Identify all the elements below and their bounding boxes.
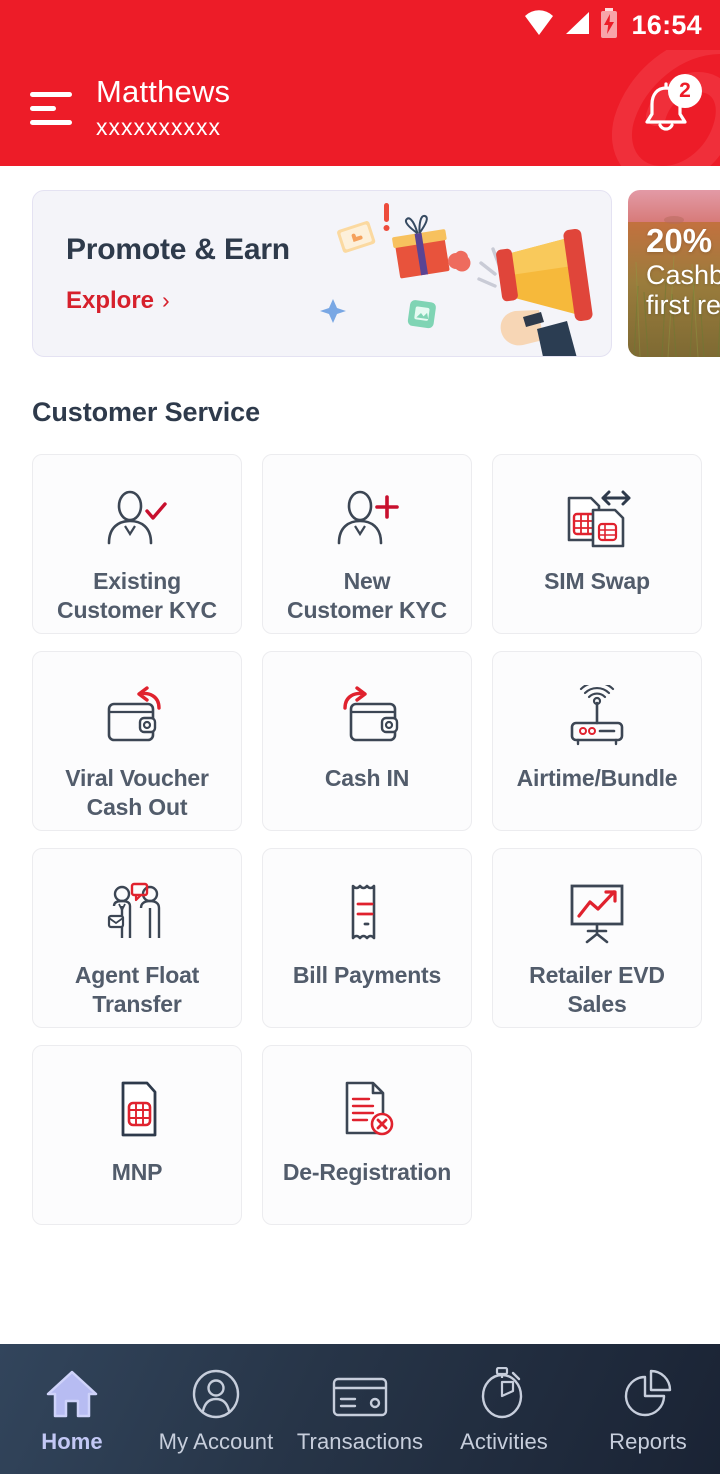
notification-badge: 2 [668, 74, 702, 108]
person-plus-icon [333, 483, 401, 555]
battery-charging-icon [600, 7, 618, 43]
two-people-chat-icon [103, 877, 171, 949]
bottom-navigation: Home My Account Transactions Activities … [0, 1344, 720, 1474]
tile-label: De-Registration [282, 1159, 452, 1185]
banner-carousel[interactable]: Promote & Earn Explore › 20% Cashb first… [0, 166, 720, 357]
app-header: Matthews xxxxxxxxxx 2 [0, 50, 720, 166]
wallet-arrow-out-icon [101, 680, 173, 752]
banner-promote-earn[interactable]: Promote & Earn Explore › [32, 190, 612, 357]
wifi-icon [524, 9, 554, 41]
nav-item-activities[interactable]: Activities [432, 1363, 576, 1455]
tile-mnp[interactable]: MNP [32, 1045, 242, 1225]
notification-button[interactable]: 2 [630, 72, 702, 144]
presentation-chart-icon [562, 877, 632, 949]
receipt-icon [340, 877, 394, 949]
tile-sim-swap[interactable]: SIM Swap [492, 454, 702, 634]
status-time: 16:54 [631, 9, 702, 40]
tile-label: Cash IN [324, 765, 410, 791]
tile-label: Airtime/Bundle [516, 765, 678, 791]
signal-icon [563, 10, 591, 41]
nav-item-home[interactable]: Home [0, 1363, 144, 1455]
wallet-arrow-in-icon [331, 680, 403, 752]
cashback-line2: Cashb [646, 259, 720, 290]
credit-card-icon [331, 1367, 389, 1419]
tile-label: Bill Payments [292, 962, 442, 988]
tile-airtime-bundle[interactable]: Airtime/Bundle [492, 651, 702, 831]
tile-de-registration[interactable]: De-Registration [262, 1045, 472, 1225]
tile-new-customer-kyc[interactable]: New Customer KYC [262, 454, 472, 634]
nav-label: My Account [158, 1429, 274, 1454]
status-bar: 16:54 [0, 0, 720, 50]
tile-label: Viral Voucher Cash Out [65, 765, 209, 821]
banner-explore-label: Explore [66, 286, 155, 314]
section-title: Customer Service [32, 397, 261, 427]
nav-label: Reports [609, 1429, 687, 1454]
tile-label: MNP [111, 1159, 163, 1185]
service-grid: Existing Customer KYC New Customer KYC S… [0, 428, 720, 1225]
main-content: Promote & Earn Explore › 20% Cashb first… [0, 166, 720, 1344]
tile-agent-float-transfer[interactable]: Agent Float Transfer [32, 848, 242, 1028]
tile-existing-customer-kyc[interactable]: Existing Customer KYC [32, 454, 242, 634]
sim-card-icon [109, 1074, 165, 1146]
person-check-icon [103, 483, 171, 555]
cashback-text: 20% Cashb first re [646, 222, 720, 321]
stopwatch-icon [479, 1367, 529, 1419]
user-circle-icon [191, 1367, 241, 1419]
nav-item-reports[interactable]: Reports [576, 1363, 720, 1455]
banner-cashback[interactable]: 20% Cashb first re [628, 190, 720, 357]
sim-swap-icon [561, 483, 633, 555]
tile-viral-voucher-cash-out[interactable]: Viral Voucher Cash Out [32, 651, 242, 831]
document-cancel-icon [337, 1074, 397, 1146]
cashback-line3: first re [646, 290, 720, 321]
hamburger-menu-icon[interactable] [30, 91, 72, 125]
tile-label: Agent Float Transfer [74, 962, 200, 1018]
tile-label: Existing Customer KYC [57, 568, 217, 624]
tile-cash-in[interactable]: Cash IN [262, 651, 472, 831]
nav-item-transactions[interactable]: Transactions [288, 1363, 432, 1455]
wifi-router-icon [562, 680, 632, 752]
chevron-right-icon: › [162, 287, 170, 313]
nav-label: Activities [460, 1429, 548, 1454]
tile-label: SIM Swap [544, 568, 650, 594]
megaphone-gift-illustration [320, 203, 593, 356]
pie-chart-icon [622, 1367, 674, 1419]
cashback-percent: 20% [646, 222, 713, 259]
tile-bill-payments[interactable]: Bill Payments [262, 848, 472, 1028]
nav-label: Home [41, 1429, 103, 1454]
home-icon [45, 1367, 99, 1419]
tile-label: Retailer EVD Sales [529, 962, 665, 1018]
user-name: Matthews [96, 73, 231, 109]
user-msisdn: xxxxxxxxxx [96, 114, 221, 141]
nav-item-my-account[interactable]: My Account [144, 1363, 288, 1455]
tile-retailer-evd-sales[interactable]: Retailer EVD Sales [492, 848, 702, 1028]
tile-label: New Customer KYC [287, 568, 447, 624]
nav-label: Transactions [296, 1429, 424, 1454]
user-info: Matthews xxxxxxxxxx [96, 74, 230, 142]
